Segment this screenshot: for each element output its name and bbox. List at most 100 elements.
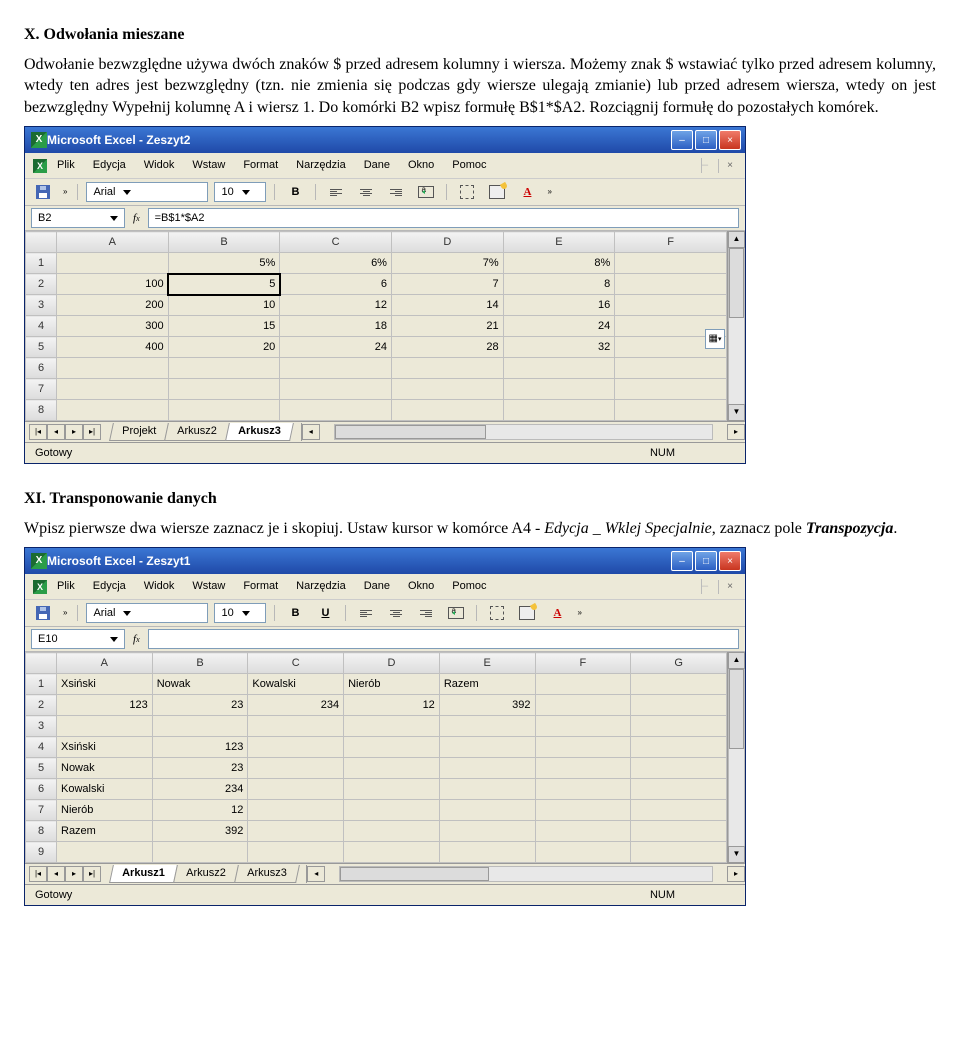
- cell[interactable]: [439, 800, 535, 821]
- cell[interactable]: [503, 379, 615, 400]
- cell[interactable]: 6%: [280, 253, 392, 274]
- menu-plik[interactable]: Plik: [49, 577, 83, 596]
- font-color-button[interactable]: A: [545, 603, 569, 623]
- horizontal-scrollbar[interactable]: ◂ ▸: [306, 865, 745, 883]
- cell[interactable]: Kowalski: [248, 674, 344, 695]
- select-all-corner[interactable]: [26, 653, 57, 674]
- cell[interactable]: [535, 779, 631, 800]
- sheet-tab[interactable]: Projekt: [109, 423, 169, 441]
- cell[interactable]: [631, 737, 727, 758]
- row-header[interactable]: 7: [26, 800, 57, 821]
- scroll-left-button[interactable]: ◂: [307, 866, 325, 882]
- cell[interactable]: [439, 737, 535, 758]
- maximize-button[interactable]: □: [695, 551, 717, 571]
- align-center-button[interactable]: [384, 603, 408, 623]
- doc-close[interactable]: ×: [718, 580, 737, 594]
- fill-button[interactable]: [485, 182, 509, 202]
- minimize-button[interactable]: –: [671, 551, 693, 571]
- fx-label[interactable]: fx: [129, 211, 144, 226]
- cell[interactable]: [615, 400, 727, 421]
- fontsize-combo[interactable]: 10: [214, 182, 266, 202]
- select-all-corner[interactable]: [26, 232, 57, 253]
- tab-first-button[interactable]: |◂: [29, 866, 47, 882]
- row-header[interactable]: 9: [26, 842, 57, 863]
- scroll-left-button[interactable]: ◂: [302, 424, 320, 440]
- tab-last-button[interactable]: ▸|: [83, 866, 101, 882]
- tab-next-button[interactable]: ▸: [65, 424, 83, 440]
- menu-format[interactable]: Format: [235, 577, 286, 596]
- cell[interactable]: [280, 358, 392, 379]
- menu-plik[interactable]: Plik: [49, 156, 83, 175]
- cell[interactable]: [57, 716, 153, 737]
- cell[interactable]: [57, 358, 169, 379]
- cell[interactable]: [631, 758, 727, 779]
- toolbar-chevron-1[interactable]: »: [61, 608, 69, 619]
- menu-narzedzia[interactable]: Narzędzia: [288, 156, 354, 175]
- scroll-down-button[interactable]: ▼: [728, 846, 745, 863]
- row-header[interactable]: 8: [26, 821, 57, 842]
- scroll-right-button[interactable]: ▸: [727, 424, 745, 440]
- cell[interactable]: [344, 821, 440, 842]
- save-button[interactable]: [31, 182, 55, 202]
- scroll-up-button[interactable]: ▲: [728, 652, 745, 669]
- maximize-button[interactable]: □: [695, 130, 717, 150]
- cell[interactable]: [535, 842, 631, 863]
- row-header[interactable]: 8: [26, 400, 57, 421]
- scroll-track[interactable]: [728, 669, 745, 846]
- menu-narzedzia[interactable]: Narzędzia: [288, 577, 354, 596]
- font-combo[interactable]: Arial: [86, 182, 208, 202]
- cell[interactable]: 24: [280, 337, 392, 358]
- cell[interactable]: [631, 779, 727, 800]
- cell[interactable]: 18: [280, 316, 392, 337]
- cell[interactable]: 24: [503, 316, 615, 337]
- row-header[interactable]: 4: [26, 316, 57, 337]
- cell[interactable]: 5%: [168, 253, 280, 274]
- cell[interactable]: [248, 800, 344, 821]
- cell[interactable]: [615, 274, 727, 295]
- row-header[interactable]: 4: [26, 737, 57, 758]
- cell[interactable]: [248, 737, 344, 758]
- fontsize-combo[interactable]: 10: [214, 603, 266, 623]
- cell[interactable]: [503, 400, 615, 421]
- menu-pomoc[interactable]: Pomoc: [444, 577, 494, 596]
- menu-widok[interactable]: Widok: [136, 577, 183, 596]
- cell[interactable]: [439, 716, 535, 737]
- cell[interactable]: [535, 758, 631, 779]
- cell[interactable]: [152, 842, 248, 863]
- align-right-button[interactable]: [384, 182, 408, 202]
- autofill-options-button[interactable]: ▦▾: [705, 329, 725, 349]
- cell[interactable]: 234: [152, 779, 248, 800]
- close-button[interactable]: ×: [719, 130, 741, 150]
- row-header[interactable]: 7: [26, 379, 57, 400]
- cell[interactable]: [248, 821, 344, 842]
- cell[interactable]: [631, 821, 727, 842]
- cell[interactable]: [280, 379, 392, 400]
- cell[interactable]: 15: [168, 316, 280, 337]
- cell[interactable]: [57, 400, 169, 421]
- cell[interactable]: [535, 695, 631, 716]
- scroll-up-button[interactable]: ▲: [728, 231, 745, 248]
- menu-format[interactable]: Format: [235, 156, 286, 175]
- bold-button[interactable]: B: [283, 603, 307, 623]
- cell[interactable]: 23: [152, 758, 248, 779]
- menu-edycja[interactable]: Edycja: [85, 156, 134, 175]
- row-header[interactable]: 2: [26, 274, 57, 295]
- cell[interactable]: Xsiński: [57, 737, 153, 758]
- tab-next-button[interactable]: ▸: [65, 866, 83, 882]
- cell[interactable]: [344, 779, 440, 800]
- scroll-right-button[interactable]: ▸: [727, 866, 745, 882]
- menu-okno[interactable]: Okno: [400, 577, 442, 596]
- sheet-tab[interactable]: Arkusz2: [164, 423, 230, 441]
- cell[interactable]: [535, 674, 631, 695]
- cell[interactable]: 123: [57, 695, 153, 716]
- scroll-thumb[interactable]: [335, 425, 486, 439]
- row-header[interactable]: 1: [26, 253, 57, 274]
- toolbar-chevron-1[interactable]: »: [61, 187, 69, 198]
- cell[interactable]: [615, 379, 727, 400]
- row-header[interactable]: 2: [26, 695, 57, 716]
- cell[interactable]: 12: [152, 800, 248, 821]
- cell[interactable]: [344, 716, 440, 737]
- doc-close[interactable]: ×: [718, 159, 737, 173]
- cell[interactable]: [535, 737, 631, 758]
- cell[interactable]: [535, 716, 631, 737]
